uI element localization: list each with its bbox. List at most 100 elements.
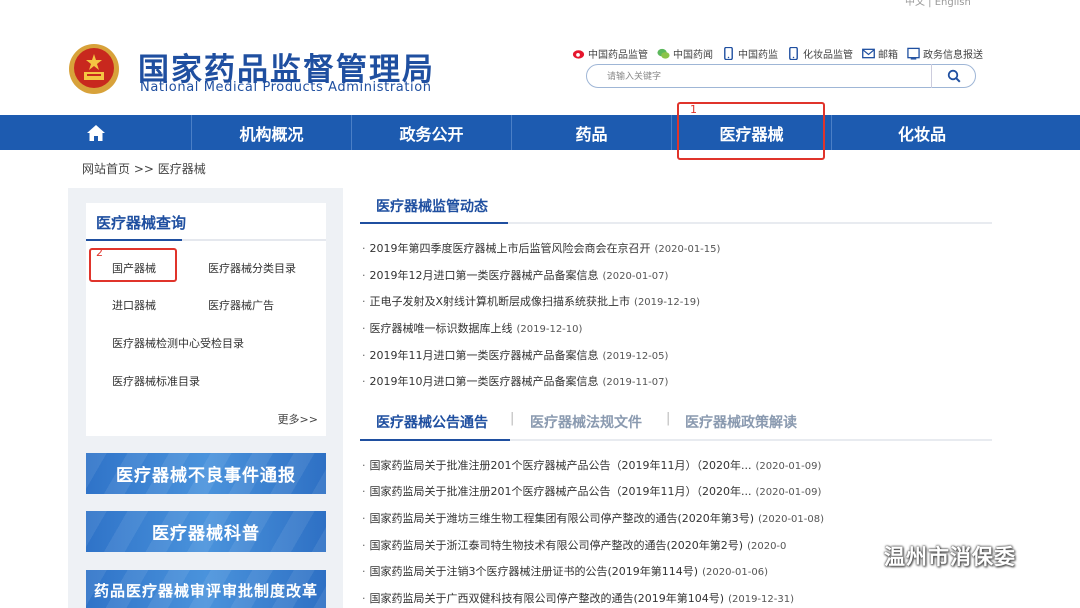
query-divider [86,239,326,241]
link-imported-devices[interactable]: 进口器械 [112,297,156,313]
news-title: 医疗器械唯一标识数据库上线 [369,322,513,335]
bullet-icon: · [362,565,366,578]
notice-item[interactable]: · 国家药监局关于潍坊三维生物工程集团有限公司停产整改的通告(2020年第3号)(… [362,510,824,526]
banner-adverse-events[interactable]: 医疗器械不良事件通报 [86,453,326,494]
news-title: 2019年第四季度医疗器械上市后监管风险会商会在京召开 [369,242,651,255]
mail-icon [862,48,875,59]
news-title: 2019年11月进口第一类医疗器械产品备案信息 [369,349,599,362]
annotation-number-2: 2 [96,246,103,259]
notice-date: (2020-01-06) [702,567,768,578]
language-switch[interactable]: 中文 | English [905,0,971,8]
bullet-icon: · [362,295,366,308]
notice-item[interactable]: · 国家药监局关于浙江泰司特生物技术有限公司停产整改的通告(2020年第2号) (2… [362,537,786,553]
watermark-text: 温州市消保委 [884,545,1016,569]
quick-link-mobile-1[interactable]: 中国药监 [722,46,778,61]
search-box [586,64,976,88]
nav-home[interactable] [0,115,192,150]
wechat-logo-icon [836,541,875,569]
bullet-icon: · [362,375,366,388]
tab-separator: | [510,411,515,426]
link-device-classification[interactable]: 医疗器械分类目录 [208,260,296,276]
bullet-icon: · [362,349,366,362]
breadcrumb[interactable]: 网站首页 >> 医疗器械 [82,160,206,177]
quick-link-mobile-2[interactable]: 化妆品监管 [787,46,853,61]
bullet-icon: · [362,459,366,472]
quick-link-label: 化妆品监管 [803,50,853,61]
bullet-icon: · [362,269,366,282]
search-icon [947,69,961,83]
quick-link-weibo[interactable]: 中国药品监管 [572,46,648,61]
quick-links: 中国药品监管 中国药闻 中国药监 化妆品监管 邮箱 政务信息报送 [572,46,983,61]
notice-title: 国家药监局关于批准注册201个医疗器械产品公告（2019年11月）（2020年.… [369,485,752,498]
banner-label: 药品医疗器械审评审批制度改革 [93,582,318,600]
query-title: 医疗器械查询 [96,214,187,232]
news-item[interactable]: · 2019年11月进口第一类医疗器械产品备案信息 (2019-12-05) [362,347,668,363]
main-nav: 机构概况 政务公开 药品 医疗器械 化妆品 [0,115,1080,150]
notice-title: 国家药监局关于潍坊三维生物工程集团有限公司停产整改的通告(2020年第3号) [369,512,755,525]
search-input[interactable] [607,69,927,84]
nav-item-drugs[interactable]: 药品 [512,115,672,150]
banner-reform[interactable]: 药品医疗器械审评审批制度改革 [86,570,326,608]
tab-notices[interactable]: 医疗器械公告通告 [376,412,488,432]
bullet-icon: · [362,485,366,498]
notices-divider-active [360,439,510,441]
bullet-icon: · [362,242,366,255]
link-device-ads[interactable]: 医疗器械广告 [208,297,274,313]
tab-policy-interpretation[interactable]: 医疗器械政策解读 [685,412,797,432]
mobile-phone-icon [789,47,798,60]
notice-item[interactable]: · 国家药监局关于广西双健科技有限公司停产整改的通告(2019年第104号) (20… [362,590,794,606]
quick-link-mail[interactable]: 邮箱 [862,46,898,61]
link-testing-center-catalog[interactable]: 医疗器械检测中心受检目录 [112,335,244,351]
notice-date: (2020-01-08) [758,514,824,525]
notice-title: 国家药监局关于注销3个医疗器械注册证书的公告(2019年第114号) [369,565,699,578]
tab-regulations[interactable]: 医疗器械法规文件 [530,412,642,432]
news-item[interactable]: · 正电子发射及X射线计算机断层成像扫描系统获批上市 (2019-12-19) [362,293,700,309]
quick-link-report[interactable]: 政务信息报送 [907,46,983,61]
annotation-box-1 [677,102,825,160]
notice-item[interactable]: · 国家药监局关于批准注册201个医疗器械产品公告（2019年11月）（2020年… [362,457,821,473]
bullet-icon: · [362,512,366,525]
nav-item-government-affairs[interactable]: 政务公开 [352,115,512,150]
news-item[interactable]: · 2019年12月进口第一类医疗器械产品备案信息 (2020-01-07) [362,267,668,283]
quick-link-label: 邮箱 [878,50,898,61]
site-header: 中文 | English 国家药品监督管理局 National Medical … [0,0,1080,115]
news-date: (2019-12-05) [602,351,669,362]
nav-item-organization[interactable]: 机构概况 [192,115,352,150]
notice-item[interactable]: · 国家药监局关于批准注册201个医疗器械产品公告（2019年11月）（2020年… [362,483,821,499]
page: 中文 | English 国家药品监督管理局 National Medical … [0,0,1080,608]
nav-item-cosmetics[interactable]: 化妆品 [832,115,1012,150]
quick-link-wechat[interactable]: 中国药闻 [657,46,713,61]
link-standard-catalog[interactable]: 医疗器械标准目录 [112,373,200,389]
news-item[interactable]: · 医疗器械唯一标识数据库上线 (2019-12-10) [362,320,582,336]
notice-item[interactable]: · 国家药监局关于注销3个医疗器械注册证书的公告(2019年第114号) (2020… [362,563,768,579]
news-title: 2019年12月进口第一类医疗器械产品备案信息 [369,269,599,282]
notice-date: (2020-01-09) [755,487,822,498]
quick-link-label: 中国药监 [738,50,778,61]
news-item[interactable]: · 2019年第四季度医疗器械上市后监管风险会商会在京召开 (2020-01-15) [362,240,720,256]
bullet-icon: · [362,539,366,552]
banner-science[interactable]: 医疗器械科普 [86,511,326,552]
news-item[interactable]: · 2019年10月进口第一类医疗器械产品备案信息 (2019-11-07) [362,373,668,389]
quick-link-label: 中国药品监管 [588,50,648,61]
bullet-icon: · [362,592,366,605]
notice-title: 国家药监局关于浙江泰司特生物技术有限公司停产整改的通告(2020年第2号) [369,539,744,552]
news-date: (2019-11-07) [602,377,669,388]
tab-separator: | [666,411,671,426]
search-button[interactable] [931,64,975,88]
annotation-number-1: 1 [690,103,697,116]
national-emblem-icon [69,44,119,94]
weibo-icon [572,50,585,59]
news-title: 正电子发射及X射线计算机断层成像扫描系统获批上市 [369,295,631,308]
quick-link-label: 中国药闻 [673,50,713,61]
notices-divider [360,439,992,441]
notice-title: 国家药监局关于批准注册201个医疗器械产品公告（2019年11月）（2020年.… [369,459,752,472]
more-link[interactable]: 更多>> [278,411,318,427]
notice-date: (2019-12-31) [728,594,794,605]
watermark: 温州市消保委 [836,540,1016,572]
bullet-icon: · [362,322,366,335]
notice-title: 国家药监局关于广西双健科技有限公司停产整改的通告(2019年第104号) [369,592,725,605]
notice-date: (2020-0 [747,541,787,552]
dynamics-title[interactable]: 医疗器械监管动态 [376,196,488,216]
quick-link-label: 政务信息报送 [923,50,983,61]
site-subtitle: National Medical Products Administration [140,80,432,95]
